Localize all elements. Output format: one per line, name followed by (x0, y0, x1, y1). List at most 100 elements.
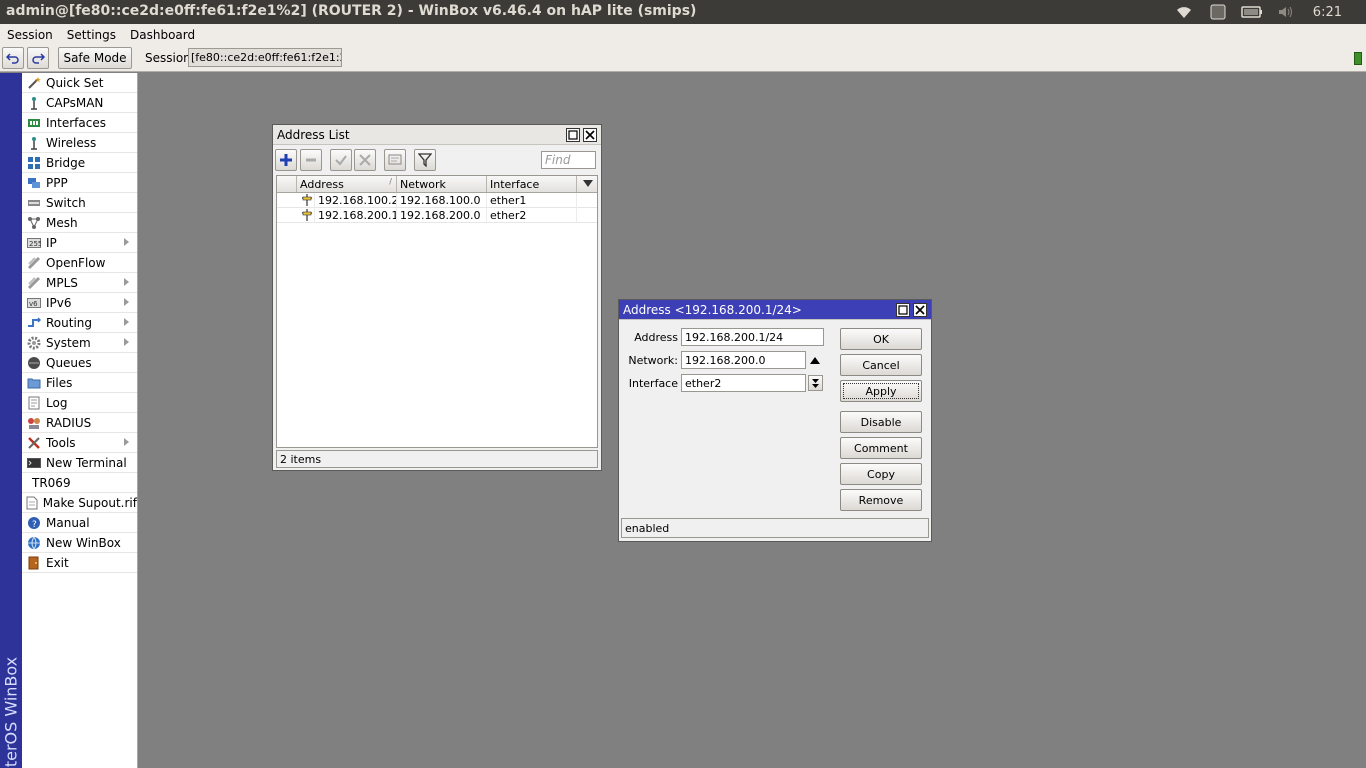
table-row[interactable]: 192.168.100.2... 192.168.100.0 ether1 (277, 193, 597, 208)
sidebar-item-manual[interactable]: ? Manual (22, 513, 137, 533)
close-button[interactable] (913, 303, 927, 317)
wand-icon (26, 76, 42, 90)
submenu-arrow-icon (124, 438, 129, 446)
apply-button[interactable]: Apply (840, 380, 922, 402)
sidebar-item-tr069[interactable]: TR069 (22, 473, 137, 493)
sidebar-item-ipv6[interactable]: v6 IPv6 (22, 293, 137, 313)
address-list-window: Address List Find Address / Network Inter… (272, 124, 602, 471)
sidebar: Quick Set CAPsMAN Interfaces Wireless Br… (22, 73, 138, 768)
toolbar: Safe Mode Session: [fe80::ce2d:e0ff:fe61… (0, 45, 1366, 72)
terminal-icon (26, 456, 42, 470)
redo-button[interactable] (27, 47, 49, 69)
interface-dropdown-button[interactable] (808, 375, 823, 391)
comment-button[interactable]: Comment (840, 437, 922, 459)
sidebar-item-radius[interactable]: RADIUS (22, 413, 137, 433)
address-list-toolbar: Find (273, 146, 601, 174)
sidebar-item-system[interactable]: System (22, 333, 137, 353)
header-network[interactable]: Network (397, 176, 487, 192)
redo-icon (32, 53, 45, 64)
cell-network: 192.168.100.0 (397, 193, 487, 208)
network-field[interactable]: 192.168.200.0 (681, 351, 806, 369)
header-address[interactable]: Address / (297, 176, 397, 192)
sidebar-item-queues[interactable]: Queues (22, 353, 137, 373)
table-header: Address / Network Interface (277, 176, 597, 193)
sidebar-item-exit[interactable]: Exit (22, 553, 137, 573)
x-icon (359, 154, 371, 166)
add-button[interactable] (275, 149, 297, 171)
clock[interactable]: 6:21 (1313, 5, 1342, 20)
disable-button[interactable]: Disable (840, 411, 922, 433)
sidebar-item-ppp[interactable]: PPP (22, 173, 137, 193)
close-button[interactable] (583, 128, 597, 142)
sidebar-item-make-supout[interactable]: Make Supout.rif (22, 493, 137, 513)
cancel-button[interactable]: Cancel (840, 354, 922, 376)
address-dialog-title: Address <192.168.200.1/24> (623, 303, 802, 317)
address-list-titlebar[interactable]: Address List (273, 125, 601, 145)
comment-button[interactable] (384, 149, 406, 171)
sidebar-item-files[interactable]: Files (22, 373, 137, 393)
wifi-icon[interactable] (1173, 4, 1195, 20)
sidebar-item-routing[interactable]: Routing (22, 313, 137, 333)
remove-button[interactable] (300, 149, 322, 171)
battery-icon[interactable] (1241, 4, 1263, 20)
address-field[interactable]: 192.168.200.1/24 (681, 328, 824, 346)
menu-settings[interactable]: Settings (60, 28, 123, 42)
menu-dashboard[interactable]: Dashboard (123, 28, 202, 42)
remove-button[interactable]: Remove (840, 489, 922, 511)
submenu-arrow-icon (124, 278, 129, 286)
sidebar-item-log[interactable]: Log (22, 393, 137, 413)
address-label: Address (634, 331, 678, 344)
column-chooser-button[interactable] (577, 176, 597, 192)
globe-icon (26, 536, 42, 550)
sidebar-item-quick-set[interactable]: Quick Set (22, 73, 137, 93)
network-collapse-button[interactable] (810, 355, 822, 365)
ok-button[interactable]: OK (840, 328, 922, 350)
maximize-button[interactable] (566, 128, 580, 142)
sidebar-item-new-winbox[interactable]: New WinBox (22, 533, 137, 553)
sidebar-item-new-terminal[interactable]: New Terminal (22, 453, 137, 473)
disable-button[interactable] (354, 149, 376, 171)
comment-icon (388, 154, 402, 165)
keyboard-icon[interactable] (1207, 4, 1229, 20)
address-dialog-titlebar[interactable]: Address <192.168.200.1/24> (619, 300, 931, 320)
volume-icon[interactable] (1275, 4, 1297, 20)
menu-session[interactable]: Session (0, 28, 60, 42)
submenu-arrow-icon (124, 338, 129, 346)
sidebar-item-tools[interactable]: Tools (22, 433, 137, 453)
maximize-button[interactable] (896, 303, 910, 317)
undo-button[interactable] (2, 47, 24, 69)
sidebar-item-mpls[interactable]: MPLS (22, 273, 137, 293)
radius-icon (26, 416, 42, 430)
sidebar-item-wireless[interactable]: Wireless (22, 133, 137, 153)
sidebar-item-capsman[interactable]: CAPsMAN (22, 93, 137, 113)
interface-select[interactable]: ether2 (681, 374, 806, 392)
brand-strip: RouterOS WinBox (0, 73, 22, 768)
sidebar-item-ip[interactable]: 255 IP (22, 233, 137, 253)
copy-button[interactable]: Copy (840, 463, 922, 485)
svg-text:v6: v6 (29, 300, 38, 308)
interfaces-icon (26, 116, 42, 130)
antenna-icon (26, 136, 42, 150)
header-interface[interactable]: Interface (487, 176, 577, 192)
find-input[interactable]: Find (541, 151, 596, 169)
safe-mode-button[interactable]: Safe Mode (58, 47, 132, 69)
maximize-icon (568, 130, 578, 140)
sidebar-item-openflow[interactable]: OpenFlow (22, 253, 137, 273)
session-field[interactable]: [fe80::ce2d:e0ff:fe61:f2e1:2] (188, 48, 342, 67)
maximize-icon (898, 305, 908, 315)
antenna-icon (26, 96, 42, 110)
header-flags[interactable] (277, 176, 297, 192)
svg-text:?: ? (32, 520, 37, 530)
mesh-icon (26, 216, 42, 230)
filter-button[interactable] (414, 149, 436, 171)
sidebar-item-interfaces[interactable]: Interfaces (22, 113, 137, 133)
ip-icon: 255 (26, 236, 42, 250)
connection-indicator (1354, 52, 1362, 65)
chevron-down-icon (812, 379, 819, 388)
sidebar-item-bridge[interactable]: Bridge (22, 153, 137, 173)
enable-button[interactable] (330, 149, 352, 171)
sidebar-item-mesh[interactable]: Mesh (22, 213, 137, 233)
sidebar-item-switch[interactable]: Switch (22, 193, 137, 213)
chevron-up-icon (810, 357, 820, 364)
table-row[interactable]: 192.168.200.1... 192.168.200.0 ether2 (277, 208, 597, 223)
